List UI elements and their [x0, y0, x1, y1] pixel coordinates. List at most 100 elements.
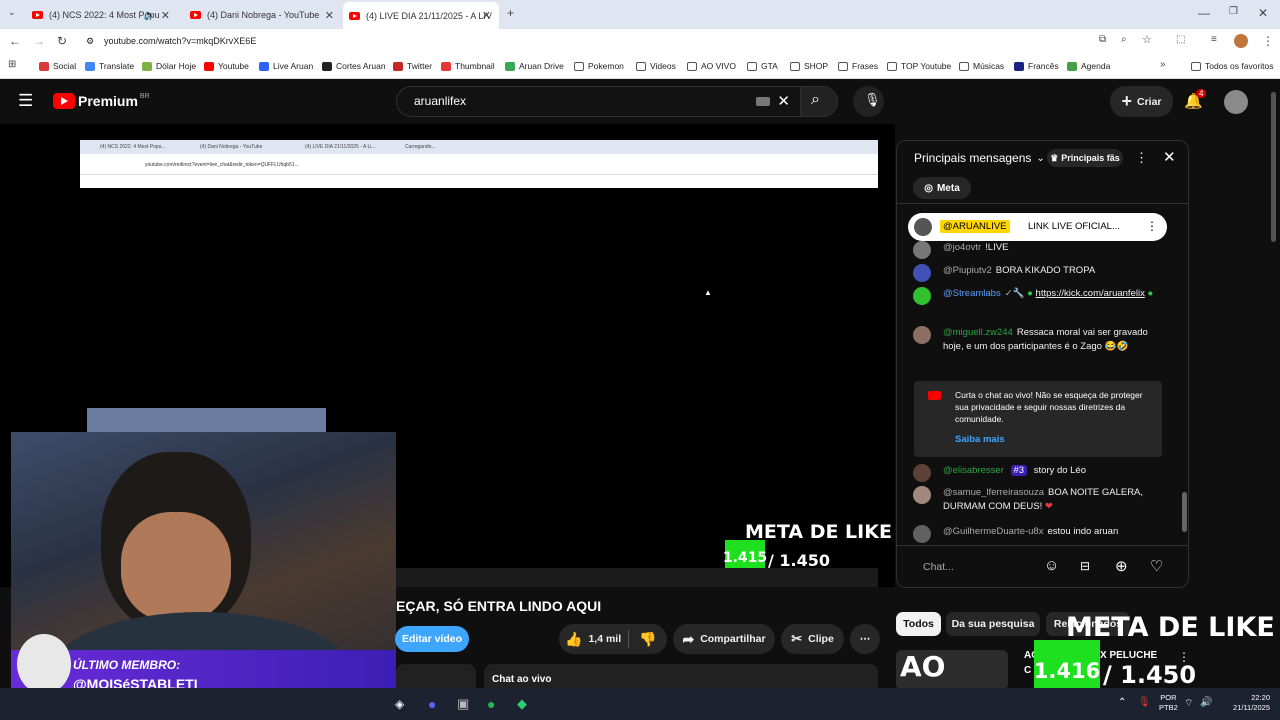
more-actions-button[interactable]: ⋯	[850, 624, 880, 654]
spotify-icon[interactable]: ●	[487, 696, 495, 712]
maximize-icon[interactable]: ❐	[1229, 6, 1238, 17]
bookmark-youtube[interactable]: Youtube	[204, 61, 249, 71]
meta-button[interactable]: ◎ Meta	[913, 177, 971, 199]
close-window-icon[interactable]: ✕	[1258, 6, 1268, 20]
minimize-icon[interactable]: —	[1198, 6, 1210, 20]
site-info-icon[interactable]: ⚙	[86, 32, 94, 51]
pinned-author: @ARUANLIVE	[940, 220, 1010, 233]
reload-icon[interactable]: ↻	[57, 34, 67, 48]
discord-icon[interactable]: ●	[428, 696, 436, 712]
taskbar-app-icon[interactable]: ◈	[395, 697, 404, 711]
forward-icon[interactable]: →	[33, 34, 45, 48]
bookmark-aruan-drive[interactable]: Aruan Drive	[505, 61, 564, 71]
edit-video-button[interactable]: Editar vídeo	[395, 626, 469, 652]
chat-message: @Piupiutv2 BORA KIKADO TROPA	[913, 264, 1168, 282]
account-avatar[interactable]	[1224, 90, 1248, 114]
bookmark-gta[interactable]: GTA	[747, 61, 778, 71]
browser-tab-3[interactable]: (4) LIVE DIA 21/11/2025 - A LIV ✕	[343, 2, 499, 29]
keyboard-icon[interactable]	[756, 97, 770, 106]
bookmark-videos[interactable]: Videos	[636, 61, 676, 71]
bookmark-dolar[interactable]: Dólar Hoje	[142, 61, 196, 71]
chat-scrollbar[interactable]	[1182, 207, 1187, 537]
emoji-picker-icon[interactable]: ☺	[1044, 557, 1059, 574]
webcam-feed: ÚLTIMO MEMBRO: @MOISéSTABLETI	[11, 432, 396, 707]
close-tab-icon[interactable]: ✕	[482, 9, 491, 22]
close-chat-icon[interactable]: ✕	[1163, 148, 1176, 166]
bookmark-ao-vivo[interactable]: AO VIVO	[687, 61, 736, 71]
volume-icon[interactable]: 🔊	[1200, 697, 1212, 708]
bookmark-cortes-aruan[interactable]: Cortes Aruan	[322, 61, 386, 71]
bookmark-twitter[interactable]: Twitter	[393, 61, 432, 71]
bookmark-top-youtube[interactable]: TOP Youtube	[887, 61, 951, 71]
close-tab-icon[interactable]: ✕	[325, 9, 334, 22]
bookmark-live-aruan[interactable]: Live Aruan	[259, 61, 313, 71]
pinned-more-icon[interactable]: ⋮	[1146, 219, 1158, 233]
bookmark-social[interactable]: Social	[39, 61, 76, 71]
more-bookmarks-icon[interactable]: »	[1160, 59, 1166, 70]
clear-search-icon[interactable]: ✕	[777, 87, 790, 116]
like-heart-icon[interactable]: ♡	[1150, 557, 1163, 575]
chat-input[interactable]: Chat...	[913, 555, 1041, 579]
dislike-button[interactable]: 👎	[639, 631, 656, 648]
like-dislike-group: 👍 1,4 mil 👎	[559, 624, 667, 654]
browser-menu-icon[interactable]: ⋮	[1262, 34, 1274, 48]
taskbar-app-2-icon[interactable]: ◆	[517, 696, 527, 712]
browser-tab-1[interactable]: (4) NCS 2022: 4 Most Popu 🔈 ✕	[26, 4, 178, 26]
bookmark-shop[interactable]: SHOP	[790, 61, 828, 71]
chip-from-search[interactable]: Da sua pesquisa	[946, 612, 1040, 636]
learn-more-link[interactable]: Saiba mais	[955, 434, 1005, 445]
bookmark-agenda[interactable]: Agenda	[1067, 61, 1110, 71]
chat-mode-dropdown[interactable]: Principais mensagens ⌄	[914, 151, 1045, 165]
bookmark-star-icon[interactable]: ☆	[1142, 33, 1152, 46]
zoom-icon[interactable]: ⌕	[1121, 34, 1127, 45]
search-input[interactable]: aruanlifex ✕	[396, 86, 801, 117]
recommendation-title-2: C	[1024, 665, 1032, 676]
all-bookmarks[interactable]: Todos os favoritos	[1191, 61, 1274, 71]
media-icon[interactable]: ≡	[1211, 34, 1217, 45]
pinned-text: LINK LIVE OFICIAL...	[1028, 221, 1120, 232]
bookmark-frases[interactable]: Frases	[838, 61, 878, 71]
close-tab-icon[interactable]: ✕	[161, 9, 170, 22]
pinned-message[interactable]: @ARUANLIVE LINK LIVE OFICIAL... ⋮	[908, 213, 1167, 241]
super-chat-icon[interactable]: ⊟	[1080, 559, 1090, 573]
tab-search-icon[interactable]: ⌄	[8, 7, 16, 18]
membership-plus-icon[interactable]: ⊕	[1115, 557, 1128, 575]
wifi-icon[interactable]: ⌔	[1184, 697, 1193, 710]
bookmark-frances[interactable]: Francês	[1014, 61, 1059, 71]
menu-icon[interactable]: ☰	[18, 91, 33, 111]
chip-todos[interactable]: Todos	[896, 612, 941, 636]
bookmark-musicas[interactable]: Músicas	[959, 61, 1004, 71]
youtube-logo[interactable]: Premium BR	[53, 93, 150, 109]
notifications-button[interactable]: 🔔 4	[1184, 89, 1207, 110]
bookmark-pokemon[interactable]: Pokemon	[574, 61, 624, 71]
browser-tab-2[interactable]: (4) Dani Nobrega - YouTube ✕	[184, 4, 342, 26]
create-button[interactable]: + Criar	[1110, 86, 1173, 117]
mic-tray-icon[interactable]: 🎙	[1138, 697, 1151, 708]
top-fans-button[interactable]: ♛ Principais fãs	[1047, 149, 1123, 167]
install-icon[interactable]: ⧉	[1099, 34, 1106, 45]
camera-app-icon[interactable]: ▣	[457, 696, 469, 712]
clock[interactable]: 22:20 21/11/2025	[1228, 693, 1270, 713]
clip-button[interactable]: ✂ Clipe	[781, 624, 844, 654]
back-icon[interactable]: ←	[9, 34, 21, 48]
like-button[interactable]: 👍 1,4 mil	[565, 631, 621, 648]
share-button[interactable]: ➦ Compartilhar	[673, 624, 775, 654]
chat-more-icon[interactable]: ⋮	[1135, 150, 1148, 166]
avatar	[913, 525, 931, 543]
recommendation-thumbnail[interactable]: AO	[896, 650, 1008, 690]
search-button[interactable]: ⌕	[800, 86, 838, 117]
url-text: youtube.com/watch?v=mkqDKrvXE6E	[104, 36, 257, 46]
avatar	[913, 264, 931, 282]
apps-icon[interactable]: ⊞	[8, 59, 16, 70]
url-field[interactable]: ⚙ youtube.com/watch?v=mkqDKrvXE6E	[80, 32, 1130, 51]
new-tab-icon[interactable]: +	[507, 6, 514, 20]
bookmark-thumbnail[interactable]: Thumbnail	[441, 61, 495, 71]
tray-chevron-icon[interactable]: ⌃	[1118, 697, 1126, 708]
extensions-icon[interactable]: ⬚	[1176, 34, 1185, 45]
profile-avatar[interactable]	[1234, 34, 1248, 48]
page-scrollbar[interactable]	[1270, 84, 1278, 244]
voice-search-button[interactable]: 🎙	[853, 86, 884, 117]
language-indicator[interactable]: POR PTB2	[1159, 693, 1178, 713]
chat-link[interactable]: https://kick.com/aruanfelix	[1036, 288, 1145, 299]
bookmark-translate[interactable]: Translate	[85, 61, 134, 71]
